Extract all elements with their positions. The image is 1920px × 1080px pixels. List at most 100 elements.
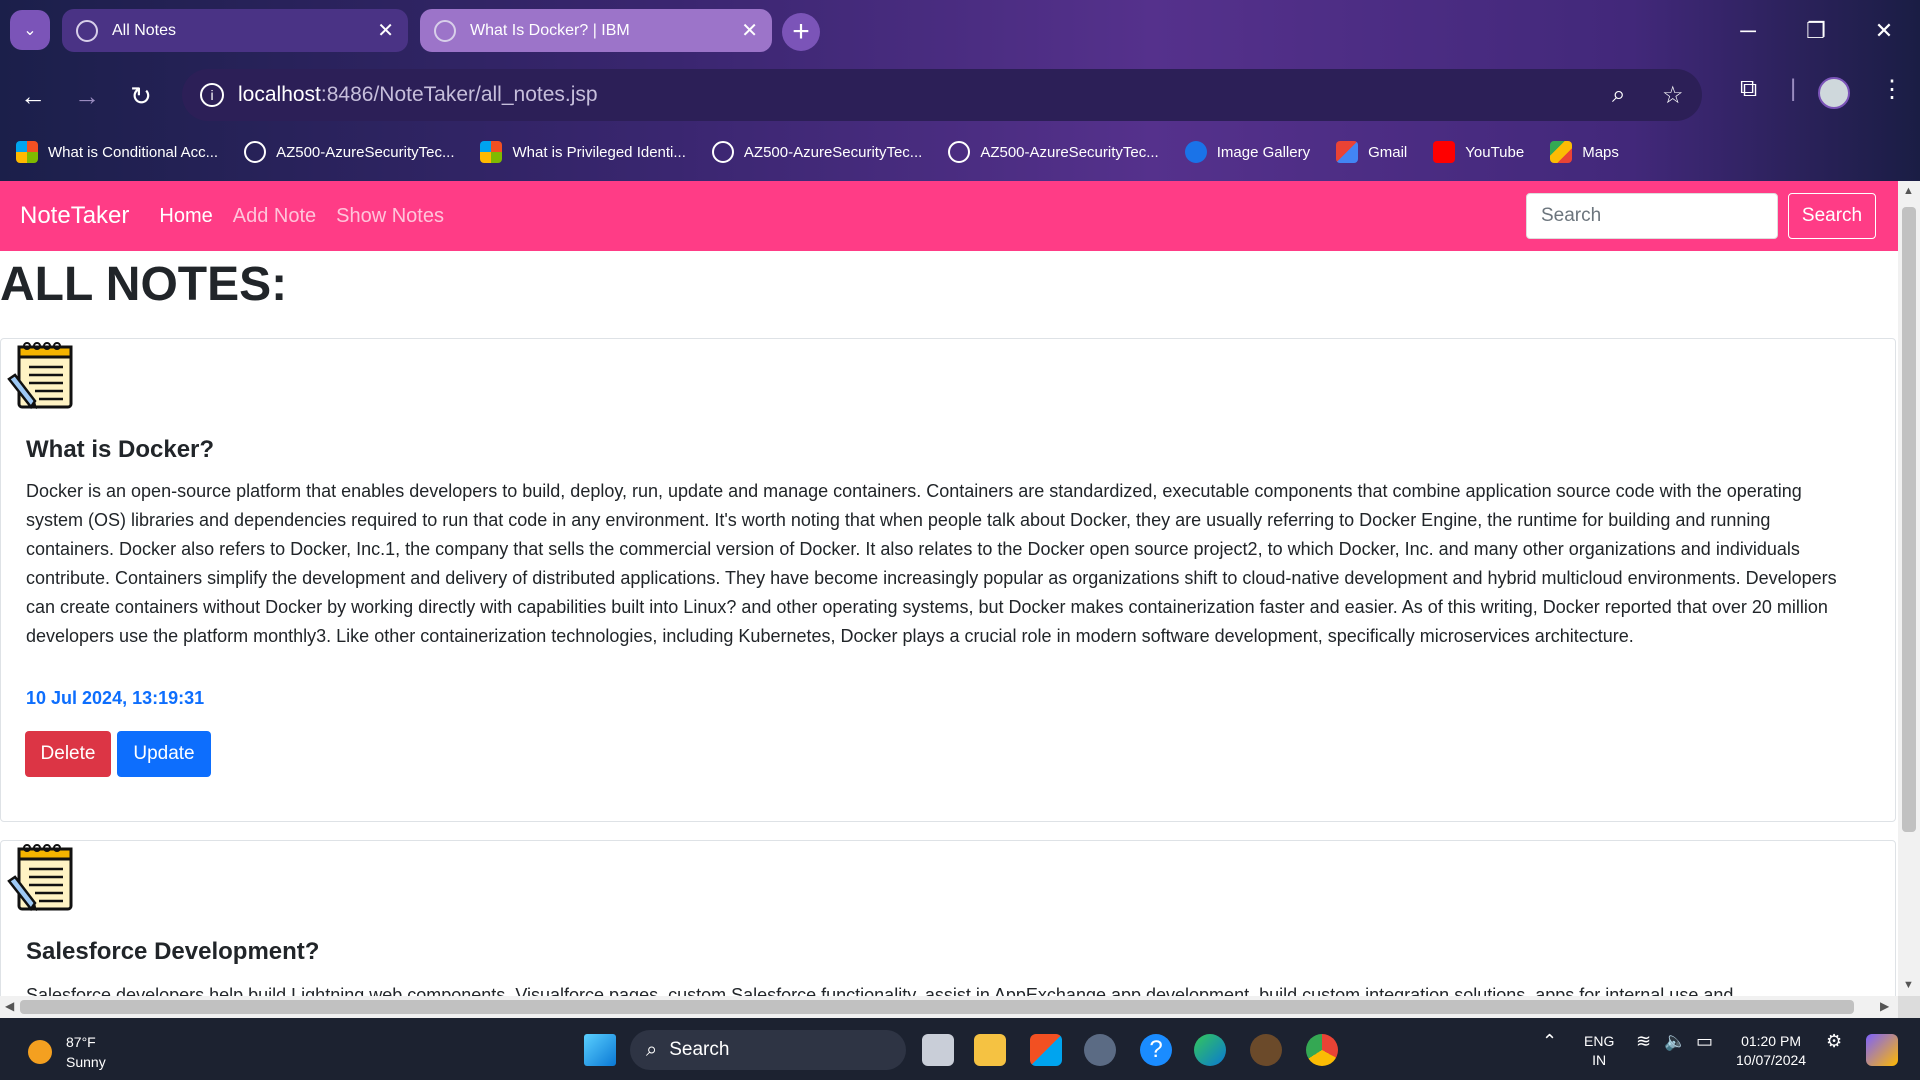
close-icon[interactable]: ✕ [741, 21, 758, 41]
battery-icon[interactable]: ▭ [1696, 1032, 1713, 1051]
bookmark-maps[interactable]: Maps [1550, 141, 1619, 163]
zoom-icon[interactable]: ⌕ [1612, 81, 1625, 109]
close-window-button[interactable]: ✕ [1850, 0, 1918, 61]
bookmark-gmail[interactable]: Gmail [1336, 141, 1407, 163]
app-navbar: NoteTaker Home Add Note Show Notes Searc… [0, 181, 1898, 251]
taskbar: 87°F Sunny ⌕ Search ? ⌃ ENG IN ≋ 🔈 ▭ 01:… [0, 1018, 1920, 1080]
globe-icon [244, 141, 267, 163]
note-content: Salesforce developers help build Lightni… [26, 985, 1734, 996]
notepad-icon [7, 342, 73, 410]
search-button[interactable]: Search [1788, 193, 1876, 239]
tab-title: All Notes [112, 21, 177, 39]
bookmark-label: AZ500-AzureSecurityTec... [743, 143, 923, 161]
bookmark-az500-1[interactable]: AZ500-AzureSecurityTec... [244, 141, 454, 163]
youtube-icon [1433, 141, 1456, 163]
horizontal-scrollbar[interactable]: ◀ ▶ [0, 996, 1898, 1018]
tab-all-notes[interactable]: All Notes ✕ [62, 9, 408, 52]
language-indicator[interactable]: ENG IN [1584, 1032, 1614, 1070]
url-path: :8486/NoteTaker/all_notes.jsp [320, 83, 598, 106]
arrow-left-icon: ← [20, 80, 46, 111]
forward-button[interactable]: → [70, 79, 104, 113]
wifi-icon[interactable]: ≋ [1636, 1032, 1651, 1051]
desktop: ⌄ All Notes ✕ What Is Docker? | IBM ✕ + … [0, 0, 1920, 1080]
help-icon[interactable]: ? [1140, 1034, 1172, 1066]
gear-app-icon[interactable] [1250, 1034, 1282, 1066]
settings-icon[interactable] [1084, 1034, 1116, 1066]
note-card: What is Docker? Docker is an open-source… [0, 338, 1896, 822]
edge-icon[interactable] [1194, 1034, 1226, 1066]
scrollbar-thumb[interactable] [1902, 207, 1916, 832]
windows-start-icon[interactable] [584, 1034, 616, 1066]
browser-chrome: ⌄ All Notes ✕ What Is Docker? | IBM ✕ + … [0, 0, 1920, 181]
address-bar[interactable]: i localhost:8486/NoteTaker/all_notes.jsp… [182, 69, 1702, 121]
clock-time: 01:20 PM [1741, 1033, 1801, 1049]
task-view-icon[interactable] [922, 1034, 954, 1066]
new-tab-button[interactable]: + [782, 13, 820, 51]
brand-link[interactable]: NoteTaker [20, 202, 129, 230]
note-content: Docker is an open-source platform that e… [26, 481, 1837, 646]
restore-button[interactable]: ❐ [1782, 0, 1850, 61]
extensions-icon[interactable]: ⧉ [1740, 75, 1757, 103]
star-icon[interactable]: ☆ [1662, 81, 1684, 110]
lang-top: ENG [1584, 1033, 1615, 1049]
drop-icon [1184, 141, 1207, 163]
notepad-icon [7, 844, 73, 912]
maps-icon [1550, 141, 1573, 163]
volume-icon[interactable]: 🔈 [1664, 1032, 1686, 1051]
minimize-button[interactable]: ─ [1714, 0, 1782, 61]
scroll-right-icon[interactable]: ▶ [1880, 999, 1889, 1013]
bookmark-image-gallery[interactable]: Image Gallery [1184, 141, 1310, 163]
notification-icon[interactable]: ⚙ [1826, 1032, 1842, 1051]
nav-show-notes-link[interactable]: Show Notes [336, 205, 444, 228]
note-title: What is Docker? [26, 436, 215, 463]
bookmark-az500-3[interactable]: AZ500-AzureSecurityTec... [948, 141, 1159, 163]
tab-search-button[interactable]: ⌄ [10, 10, 50, 50]
scroll-up-icon[interactable]: ▲ [1903, 185, 1914, 197]
bookmarks-bar: What is Conditional Acc... AZ500-AzureSe… [0, 134, 1920, 170]
browser-toolbar: ← → ↻ i localhost:8486/NoteTaker/all_not… [0, 61, 1920, 130]
tab-strip: ⌄ All Notes ✕ What Is Docker? | IBM ✕ + … [0, 0, 1920, 61]
bookmark-label: What is Conditional Acc... [48, 143, 219, 161]
avatar[interactable] [1818, 77, 1850, 109]
microsoft-store-icon[interactable] [1030, 1034, 1062, 1066]
nav-add-note-link[interactable]: Add Note [233, 205, 316, 228]
note-title: Salesforce Development? [26, 938, 320, 965]
plus-icon: + [792, 15, 810, 48]
scroll-left-icon[interactable]: ◀ [5, 999, 14, 1013]
file-explorer-icon[interactable] [974, 1034, 1006, 1066]
site-info-icon[interactable]: i [200, 83, 224, 107]
update-button[interactable]: Update [117, 731, 211, 777]
taskbar-search[interactable]: ⌕ Search [630, 1030, 906, 1070]
page-viewport: NoteTaker Home Add Note Show Notes Searc… [0, 181, 1898, 996]
vertical-scrollbar[interactable]: ▲ ▼ [1898, 181, 1920, 996]
scrollbar-thumb[interactable] [20, 1000, 1854, 1014]
weather-widget[interactable]: 87°F Sunny [28, 1032, 106, 1072]
bookmark-conditional-access[interactable]: What is Conditional Acc... [16, 141, 218, 163]
globe-icon [948, 141, 971, 163]
scroll-down-icon[interactable]: ▼ [1903, 979, 1914, 991]
weather-temp: 87°F [66, 1034, 96, 1050]
chrome-icon[interactable] [1306, 1034, 1338, 1066]
chevron-up-icon[interactable]: ⌃ [1542, 1032, 1557, 1051]
search-input[interactable]: Search [1526, 193, 1778, 239]
tab-docker-ibm[interactable]: What Is Docker? | IBM ✕ [420, 9, 772, 52]
kebab-menu-icon[interactable]: ⋮ [1880, 75, 1904, 104]
toolbar-divider: | [1790, 75, 1797, 102]
page-title: ALL NOTES: [0, 258, 288, 311]
gmail-icon [1336, 141, 1359, 163]
bookmark-label: Maps [1582, 143, 1619, 161]
reload-button[interactable]: ↻ [124, 79, 158, 113]
bookmark-az500-2[interactable]: AZ500-AzureSecurityTec... [711, 141, 923, 163]
weather-desc: Sunny [66, 1054, 106, 1070]
back-button[interactable]: ← [16, 79, 50, 113]
nav-home-link[interactable]: Home [159, 205, 212, 228]
copilot-icon[interactable] [1866, 1034, 1898, 1066]
delete-button[interactable]: Delete [25, 731, 111, 777]
bookmark-privileged-identity[interactable]: What is Privileged Identi... [480, 141, 686, 163]
clock[interactable]: 01:20 PM 10/07/2024 [1736, 1032, 1806, 1070]
close-icon: ✕ [1874, 17, 1894, 43]
close-icon[interactable]: ✕ [377, 21, 394, 41]
bookmark-youtube[interactable]: YouTube [1433, 141, 1524, 163]
bookmark-label: YouTube [1465, 143, 1525, 161]
bookmark-label: AZ500-AzureSecurityTec... [276, 143, 455, 161]
